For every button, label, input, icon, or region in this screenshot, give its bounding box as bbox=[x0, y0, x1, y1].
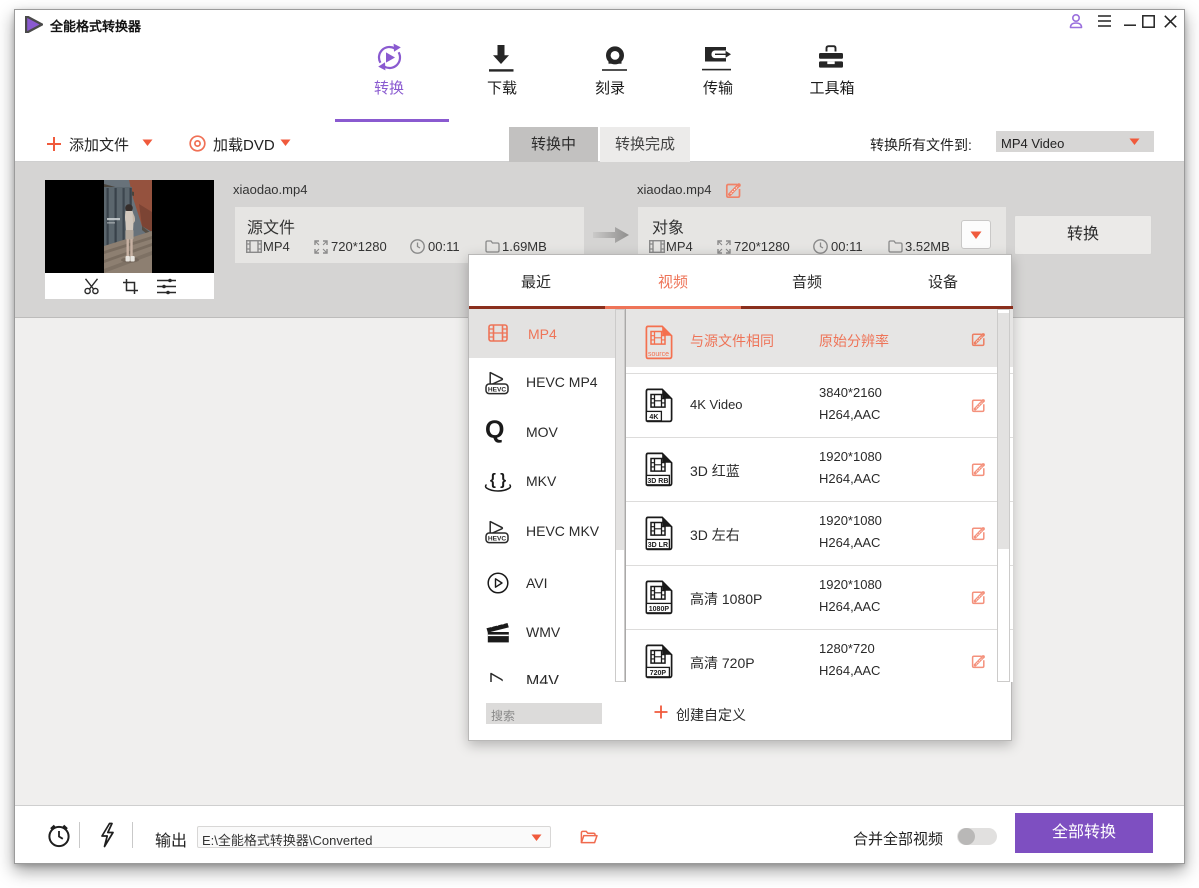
svg-text:HEVC: HEVC bbox=[488, 536, 507, 543]
svg-text:{ }: { } bbox=[490, 472, 506, 489]
svg-text:720P: 720P bbox=[650, 670, 667, 677]
svg-text:source: source bbox=[648, 351, 669, 358]
svg-text:4K: 4K bbox=[649, 414, 658, 421]
svg-text:3D RB: 3D RB bbox=[647, 478, 668, 485]
svg-text:HEVC: HEVC bbox=[488, 387, 507, 394]
svg-text:3D LR: 3D LR bbox=[648, 542, 668, 549]
svg-text:1080P: 1080P bbox=[649, 606, 670, 613]
